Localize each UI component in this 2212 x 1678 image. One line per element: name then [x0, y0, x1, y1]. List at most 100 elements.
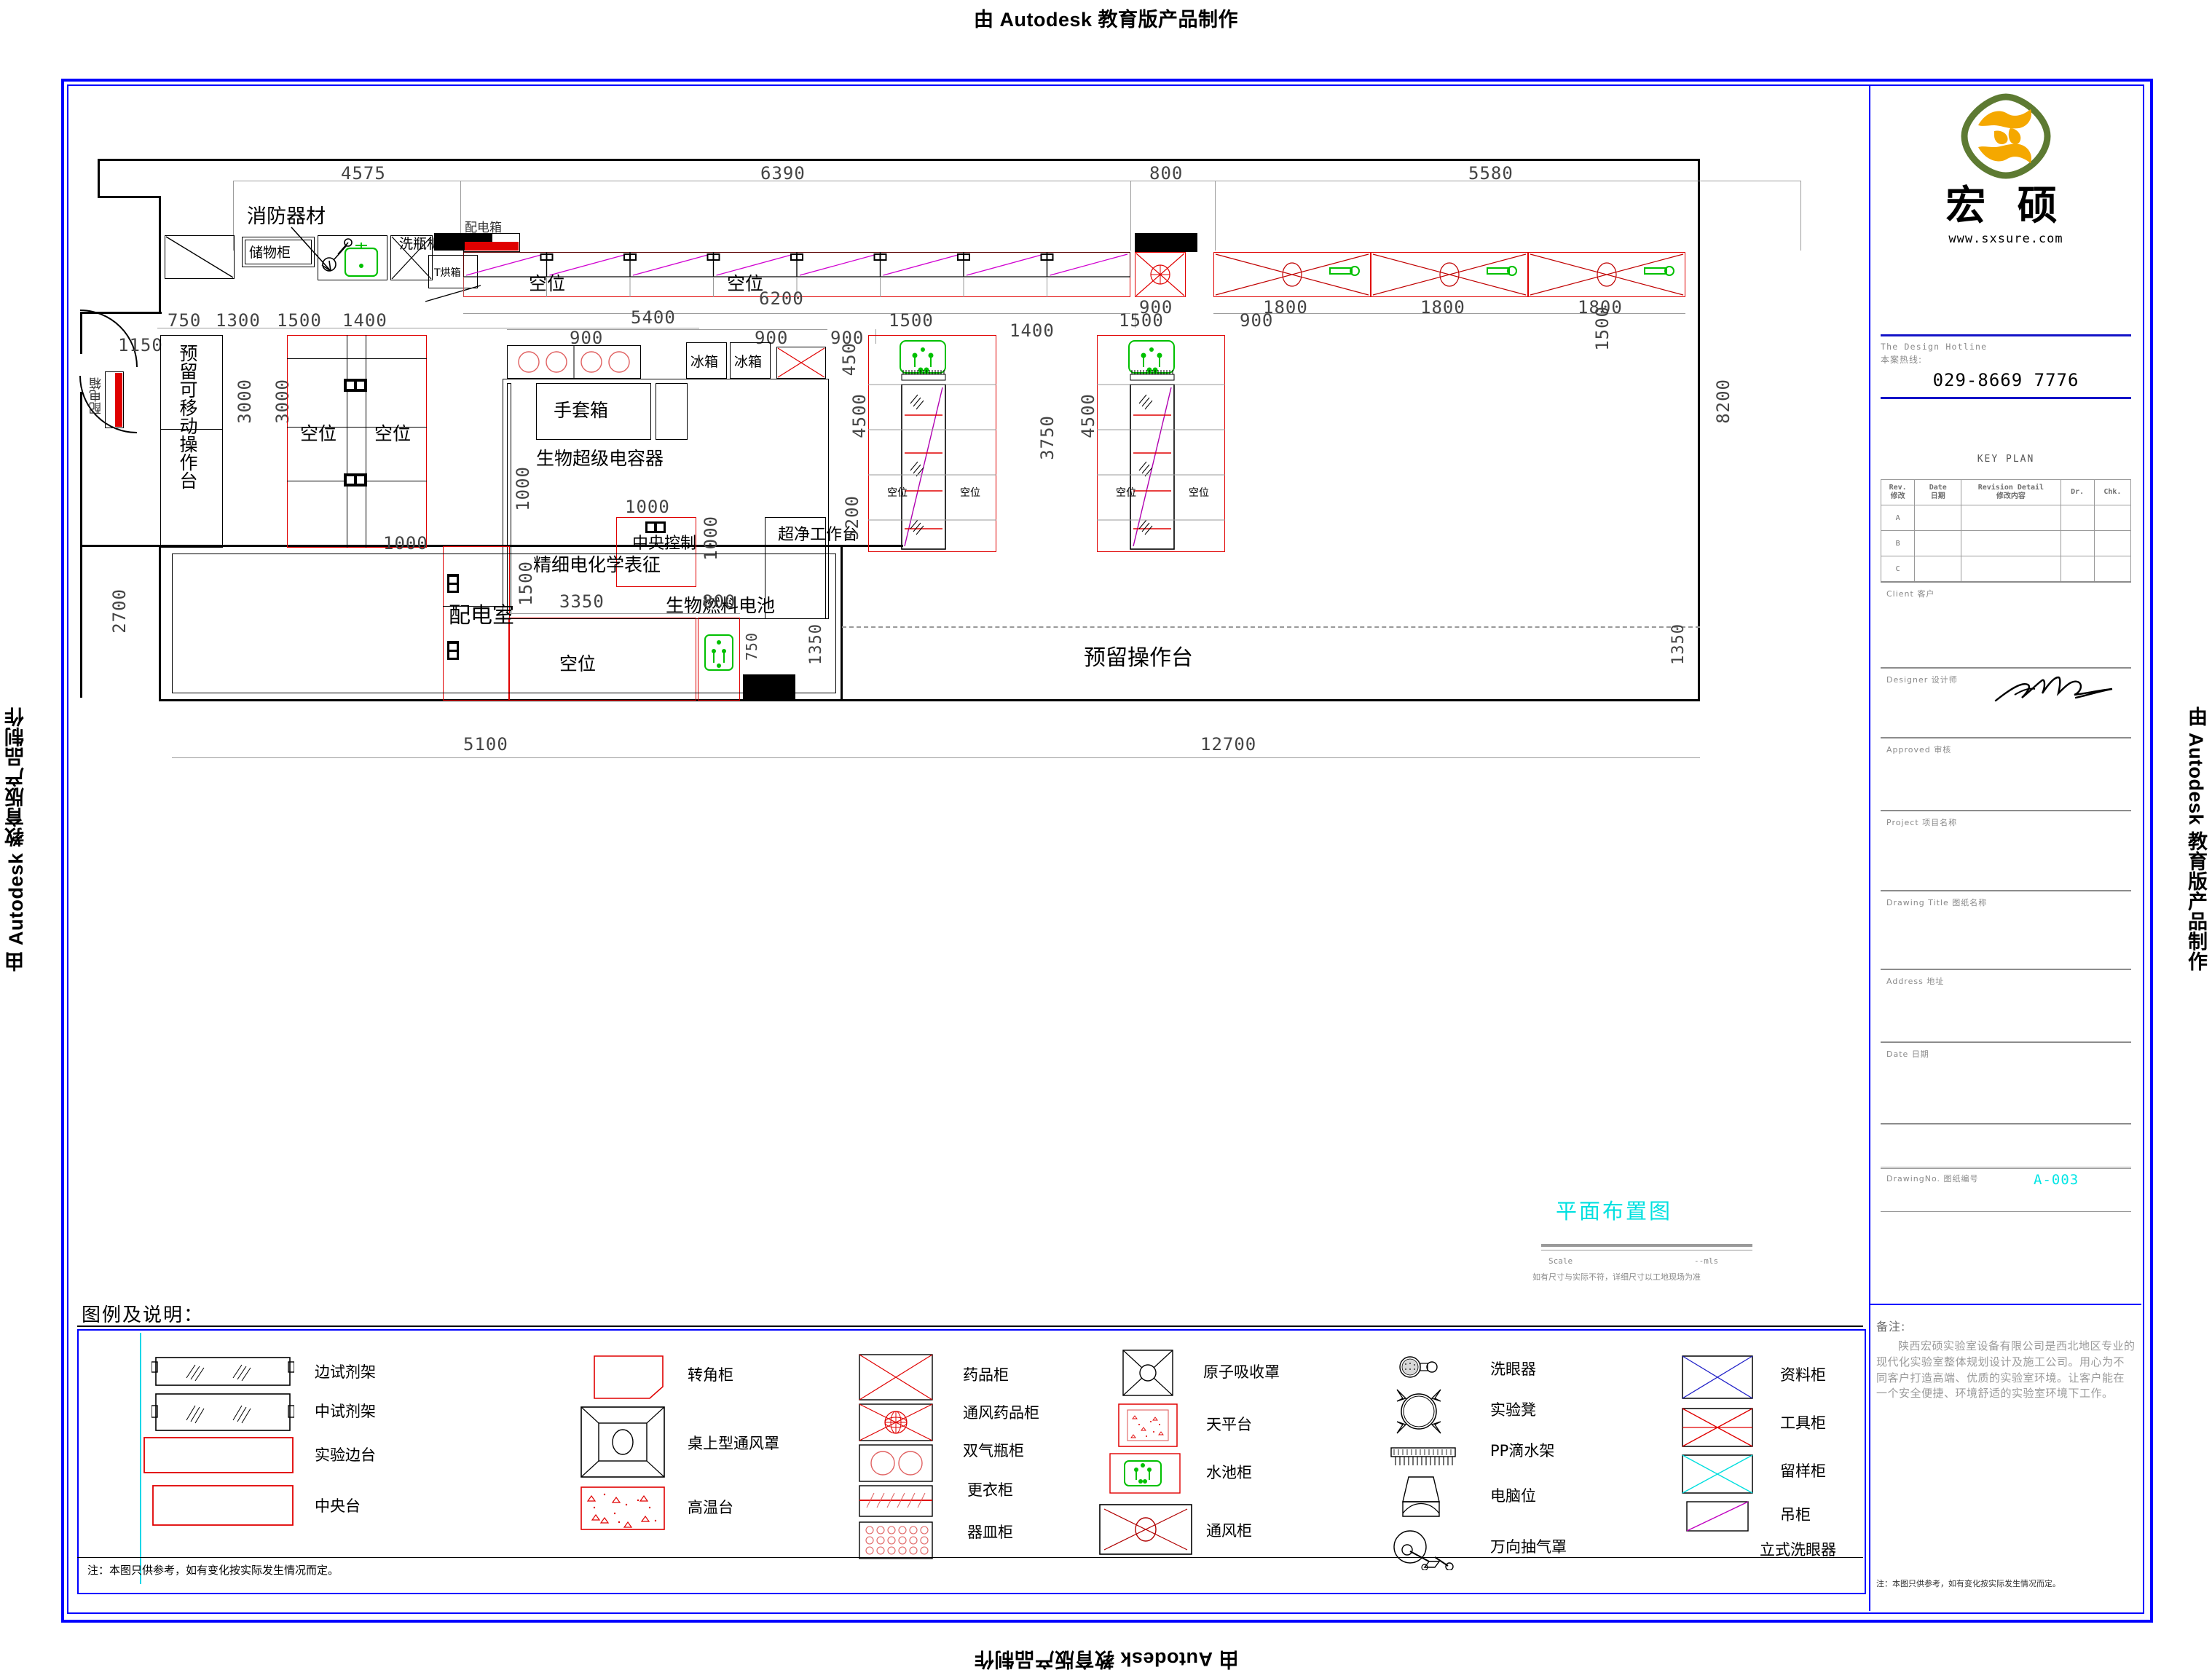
field-blank[interactable]	[1881, 1123, 2131, 1169]
hotline-bar-bottom	[1881, 397, 2131, 399]
gas-cylinder-circles-icon	[507, 345, 641, 379]
label-distribution-box-left: 配电箱	[87, 377, 106, 414]
field-client[interactable]: Client 客户	[1881, 581, 2131, 669]
legend-label-fume-hood: 通风柜	[1206, 1519, 1252, 1541]
field-approved[interactable]: Approved 审核	[1881, 737, 2131, 811]
wall-right	[1698, 159, 1700, 701]
label-empty-top-1: 空位	[529, 269, 565, 296]
legend-label-document-cabinet: 资料柜	[1780, 1363, 1826, 1385]
dim-1000-a: 1000	[513, 466, 533, 511]
label-empty-cab-2: 空位	[374, 420, 411, 446]
autodesk-watermark-top: 由 Autodesk 教育版产品制作	[974, 4, 1238, 32]
dimtick	[1215, 181, 1216, 251]
field-designer[interactable]: Designer 设计师	[1881, 667, 2131, 738]
label-refrigerator-1: 冰箱	[690, 351, 718, 371]
legend-label-glassware-cabinet: 器皿柜	[967, 1521, 1013, 1543]
revision-cell-rev[interactable]: B	[1881, 531, 1915, 556]
pp-drying-rack-icon	[1390, 1446, 1457, 1468]
label-island2-empty-left: 空位	[1116, 485, 1136, 500]
drawing-number-value: A-003	[2034, 1172, 2079, 1188]
field-label-drawing-title: Drawing Title 图纸名称	[1881, 891, 2131, 908]
universal-exhaust-hood-icon	[1390, 1528, 1457, 1570]
dim-4500-a: 4500	[849, 393, 870, 438]
hotline-label-en: The Design Hotline	[1881, 342, 2141, 352]
scale-label: Scale	[1548, 1256, 1573, 1266]
wall-bottom	[159, 699, 1700, 701]
dim-1500-left: 1500	[277, 310, 322, 331]
dim-6200: 6200	[759, 288, 804, 309]
scale-bar	[1541, 1244, 1752, 1247]
wall-cabinet-icon	[1685, 1500, 1749, 1532]
legend-label-tool-cabinet: 工具柜	[1780, 1411, 1826, 1433]
wall-elec-room-right	[841, 546, 843, 701]
field-label-client: Client 客户	[1881, 583, 2131, 599]
legend-label-benchtop-hood: 桌上型通风罩	[688, 1432, 779, 1454]
dim-1150: 1150	[118, 335, 163, 355]
document-cabinet-icon	[1681, 1355, 1754, 1400]
legend-cyan-divider	[140, 1333, 141, 1584]
field-drawing-no[interactable]: DrawingNo. 图纸编号 A-003	[1881, 1167, 2131, 1212]
legend-label-wall-cabinet: 吊柜	[1780, 1503, 1811, 1525]
revision-header-rev: Rev. 修改	[1881, 480, 1915, 505]
high-temp-bench-icon	[580, 1486, 666, 1531]
balance-table-icon	[1117, 1403, 1178, 1448]
field-date[interactable]: Date 日期	[1881, 1041, 2131, 1124]
outlet-icon	[344, 473, 367, 487]
sink-faucet-icon	[318, 235, 387, 280]
revision-cell-rev[interactable]: C	[1881, 556, 1915, 582]
distribution-box-top-fill	[465, 242, 519, 251]
revision-table: Rev. 修改 Date 日期 Revision Detail 修改内容 Dr.…	[1881, 479, 2131, 582]
remarks-body: 陕西宏硕实验室设备有限公司是西北地区专业的现代化实验室整体规划设计及施工公司。用…	[1876, 1339, 2136, 1402]
legend-label-pp-drying-rack: PP滴水架	[1490, 1439, 1554, 1461]
eyewash-icon	[1396, 1355, 1441, 1379]
company-website[interactable]: www.sxsure.com	[1870, 232, 2141, 246]
label-reserved-operation-bench: 预留操作台	[1084, 639, 1193, 671]
legend-title: 图例及说明：	[82, 1300, 204, 1327]
field-label-drawing-no: DrawingNo. 图纸编号	[1881, 1167, 2131, 1184]
dim-800-top: 800	[1149, 163, 1183, 184]
legend-label-ventilated-chemical-cabinet: 通风药品柜	[963, 1401, 1039, 1423]
legend-label-lab-stool: 实验凳	[1490, 1398, 1536, 1420]
dim-2700: 2700	[109, 588, 130, 634]
wall-left-notch-b	[98, 196, 160, 198]
glassware-cabinet-icon	[858, 1521, 934, 1560]
key-plan-label: KEY PLAN	[1870, 454, 2141, 465]
wall-elec-room-left	[159, 546, 161, 701]
benchtop-hood-icon	[580, 1406, 666, 1478]
legend-label-chemical-cabinet: 药品柜	[963, 1363, 1009, 1385]
label-clean-bench: 超净工作台	[778, 526, 813, 545]
dim-1350-left: 1350	[807, 623, 825, 665]
label-fire-equipment: 消防器材	[247, 200, 326, 229]
label-island2-empty-right: 空位	[1189, 485, 1209, 500]
dimline-5100	[172, 757, 836, 758]
remarks-title: 备注:	[1876, 1317, 2136, 1334]
revision-cell-rev[interactable]: A	[1881, 505, 1915, 531]
hotline-number[interactable]: 029-8669 7776	[1870, 370, 2141, 390]
label-empty-top-2: 空位	[727, 269, 763, 296]
legend-note-separator	[77, 1557, 1863, 1558]
field-label-address: Address 地址	[1881, 970, 2131, 987]
field-project[interactable]: Project 项目名称	[1881, 810, 2131, 891]
hotline-bar-top	[1881, 334, 2131, 336]
titleblock-note: 注：本图只供参考，如有变化按实际发生情况而定。	[1876, 1577, 2138, 1589]
field-address[interactable]: Address 地址	[1881, 969, 2131, 1043]
label-bio-supercapacitor: 生物超级电容器	[536, 444, 664, 470]
hotline-label-cn: 本案热线:	[1881, 353, 2141, 366]
dim-1800-b: 1800	[1420, 297, 1465, 318]
revision-row: A	[1881, 505, 2131, 531]
tool-cabinet-icon	[1681, 1407, 1754, 1448]
dimline-12700	[836, 757, 1700, 758]
chemical-cabinet-icon	[858, 1353, 934, 1401]
legend-label-eyewash: 洗眼器	[1490, 1358, 1536, 1379]
atomic-absorption-hood-icon	[1122, 1349, 1174, 1397]
side-bench-icon	[143, 1436, 294, 1474]
center-reagent-rack-icon	[151, 1393, 294, 1433]
field-drawing-title[interactable]: Drawing Title 图纸名称	[1881, 890, 2131, 970]
drawing-area: 4575 6390 800 5580 消防器材 储物柜 洗瓶机 T烘箱 配电箱	[70, 87, 1866, 1608]
sink-cabinet-icon	[1109, 1452, 1181, 1494]
dim-3750: 3750	[1037, 415, 1058, 460]
label-empty-cab-1: 空位	[300, 420, 336, 446]
dim-1350-right: 1350	[1669, 623, 1688, 665]
dimtick	[1130, 181, 1131, 251]
glove-box-side	[656, 383, 688, 440]
